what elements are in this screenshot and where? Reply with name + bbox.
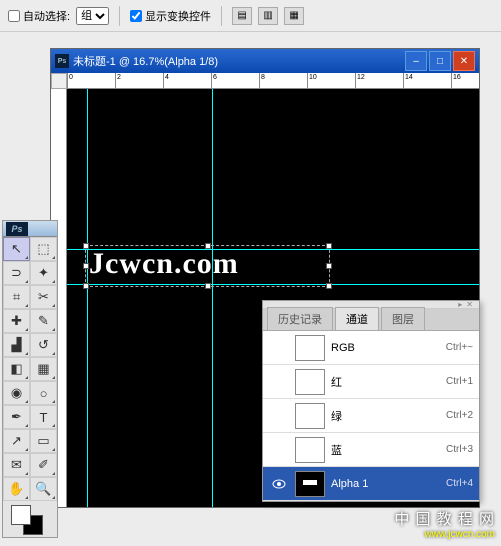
show-transform-input[interactable] <box>130 10 142 22</box>
tab-layers[interactable]: 图层 <box>381 307 425 330</box>
channel-name: 绿 <box>331 408 446 424</box>
type-tool[interactable]: T <box>30 405 57 429</box>
transform-handle[interactable] <box>205 283 211 289</box>
toolbox-header[interactable]: Ps <box>3 221 57 237</box>
eyedropper-tool[interactable]: ✐ <box>30 453 57 477</box>
watermark: 中 国 教 程 网 www.jcwcn.com <box>394 508 495 540</box>
transform-handle[interactable] <box>326 243 332 249</box>
tab-channels[interactable]: 通道 <box>335 307 379 330</box>
channel-shortcut: Ctrl+1 <box>446 376 473 387</box>
panel-close-icon[interactable]: ✕ <box>466 300 473 309</box>
channel-name: Alpha 1 <box>331 478 446 490</box>
watermark-text: 中 国 教 程 网 <box>394 508 495 529</box>
channel-shortcut: Ctrl+4 <box>446 478 473 489</box>
ruler-tick: 10 <box>307 73 308 89</box>
auto-select-label: 自动选择: <box>23 8 70 24</box>
ruler-tick: 6 <box>211 73 212 89</box>
ruler-tick: 12 <box>355 73 356 89</box>
close-button[interactable]: ✕ <box>453 51 475 71</box>
channel-name: 红 <box>331 374 446 390</box>
lasso-tool[interactable]: ⊃ <box>3 261 30 285</box>
ruler-tick: 4 <box>163 73 164 89</box>
color-swatches[interactable] <box>3 501 57 537</box>
maximize-button[interactable]: □ <box>429 51 451 71</box>
ruler-tick: 0 <box>67 73 68 89</box>
shape-tool[interactable]: ▭ <box>30 429 57 453</box>
transform-handle[interactable] <box>326 263 332 269</box>
minimize-button[interactable]: – <box>405 51 427 71</box>
guide-vertical[interactable] <box>87 89 88 507</box>
ruler-tick: 16 <box>451 73 452 89</box>
channel-name: RGB <box>331 342 446 354</box>
eraser-tool[interactable]: ◧ <box>3 357 30 381</box>
ruler-tick: 14 <box>403 73 404 89</box>
channel-shortcut: Ctrl+3 <box>446 444 473 455</box>
watermark-url: www.jcwcn.com <box>394 529 495 540</box>
wand-tool[interactable]: ✦ <box>30 261 57 285</box>
show-transform-checkbox[interactable]: 显示变换控件 <box>130 8 211 24</box>
channel-row[interactable]: 蓝Ctrl+3 <box>263 433 479 467</box>
ruler-origin[interactable] <box>51 73 67 89</box>
auto-select-checkbox[interactable]: 自动选择: <box>8 8 70 24</box>
marquee-tool[interactable]: ⬚ <box>30 237 57 261</box>
channel-row[interactable]: 红Ctrl+1 <box>263 365 479 399</box>
channel-shortcut: Ctrl+~ <box>446 342 473 353</box>
healing-tool[interactable]: ✚ <box>3 309 30 333</box>
align-icon[interactable]: ▦ <box>284 7 304 25</box>
history-brush-tool[interactable]: ↺ <box>30 333 57 357</box>
align-icon[interactable]: ▥ <box>258 7 278 25</box>
transform-handle[interactable] <box>326 283 332 289</box>
ps-doc-icon: Ps <box>55 54 69 68</box>
tab-history[interactable]: 历史记录 <box>267 307 333 330</box>
auto-select-mode[interactable]: 组 <box>76 7 109 25</box>
canvas-text-layer[interactable]: Jcwcn.com <box>89 247 239 281</box>
channel-thumbnail <box>295 471 325 497</box>
slice-tool[interactable]: ✂ <box>30 285 57 309</box>
pen-tool[interactable]: ✒ <box>3 405 30 429</box>
channel-thumbnail <box>295 437 325 463</box>
document-title: 未标题-1 @ 16.7%(Alpha 1/8) <box>73 53 218 69</box>
horizontal-ruler[interactable]: 0 2 4 6 8 10 12 14 16 <box>67 73 479 89</box>
panel-tabs: 历史记录 通道 图层 <box>263 309 479 331</box>
channels-panel: ▸ ✕ 历史记录 通道 图层 RGBCtrl+~红Ctrl+1绿Ctrl+2蓝C… <box>262 300 480 502</box>
channel-row[interactable]: RGBCtrl+~ <box>263 331 479 365</box>
guide-vertical[interactable] <box>212 89 213 507</box>
zoom-tool[interactable]: 🔍 <box>30 477 57 501</box>
align-icon[interactable]: ▤ <box>232 7 252 25</box>
channel-thumbnail <box>295 369 325 395</box>
blur-tool[interactable]: ◉ <box>3 381 30 405</box>
path-tool[interactable]: ↗ <box>3 429 30 453</box>
auto-select-input[interactable] <box>8 10 20 22</box>
ps-logo-icon: Ps <box>6 222 28 236</box>
crop-tool[interactable]: ⌗ <box>3 285 30 309</box>
transform-handle[interactable] <box>83 283 89 289</box>
channel-row[interactable]: Alpha 1Ctrl+4 <box>263 467 479 501</box>
panel-menu-icon[interactable]: ▸ <box>458 300 462 309</box>
ruler-tick: 8 <box>259 73 260 89</box>
channel-row[interactable]: 绿Ctrl+2 <box>263 399 479 433</box>
show-transform-label: 显示变换控件 <box>145 8 211 24</box>
options-bar: 自动选择: 组 显示变换控件 ▤ ▥ ▦ <box>0 0 501 32</box>
brush-tool[interactable]: ✎ <box>30 309 57 333</box>
toolbox-panel: Ps ↖⬚⊃✦⌗✂✚✎▟↺◧▦◉○✒T↗▭✉✐✋🔍 <box>2 220 58 538</box>
visibility-toggle[interactable] <box>269 479 289 489</box>
notes-tool[interactable]: ✉ <box>3 453 30 477</box>
channel-shortcut: Ctrl+2 <box>446 410 473 421</box>
foreground-color-swatch[interactable] <box>11 505 31 525</box>
titlebar[interactable]: Ps 未标题-1 @ 16.7%(Alpha 1/8) – □ ✕ <box>51 49 479 73</box>
divider <box>119 6 120 26</box>
move-tool[interactable]: ↖ <box>3 237 30 261</box>
dodge-tool[interactable]: ○ <box>30 381 57 405</box>
channel-thumbnail <box>295 335 325 361</box>
channel-thumbnail <box>295 403 325 429</box>
channel-list: RGBCtrl+~红Ctrl+1绿Ctrl+2蓝Ctrl+3Alpha 1Ctr… <box>263 331 479 501</box>
channel-name: 蓝 <box>331 442 446 458</box>
hand-tool[interactable]: ✋ <box>3 477 30 501</box>
ruler-tick: 2 <box>115 73 116 89</box>
gradient-tool[interactable]: ▦ <box>30 357 57 381</box>
stamp-tool[interactable]: ▟ <box>3 333 30 357</box>
divider <box>221 6 222 26</box>
